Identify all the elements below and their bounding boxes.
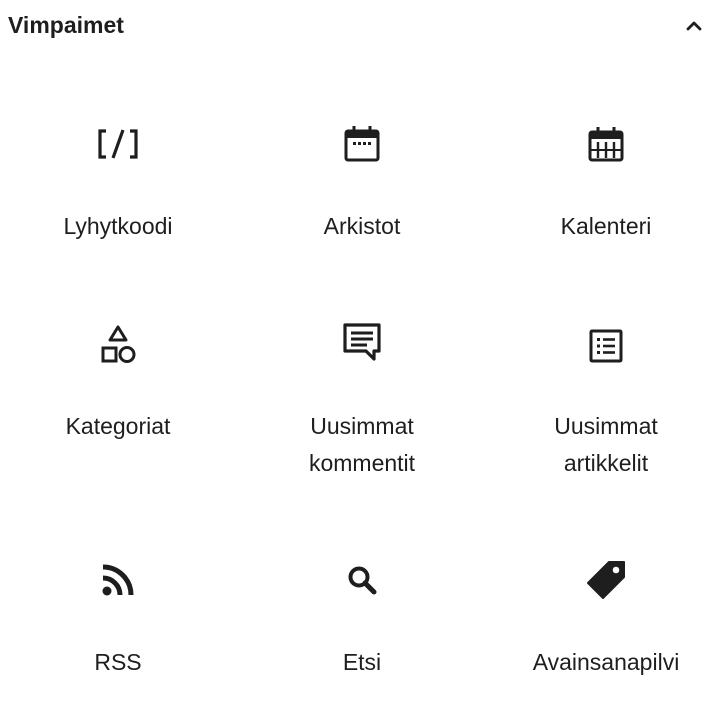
block-label: Kalenteri: [560, 213, 652, 239]
block-item-calendar[interactable]: Kalenteri: [488, 110, 713, 290]
rss-icon: [0, 558, 236, 602]
block-label: Avainsanapilvi: [532, 649, 680, 675]
post-list-icon: [488, 324, 713, 368]
categories-icon: [0, 324, 236, 368]
block-item-tag-cloud[interactable]: Avainsanapilvi: [488, 548, 713, 728]
block-item-search[interactable]: Etsi: [244, 548, 480, 728]
block-label: Arkistot: [323, 213, 401, 239]
block-label: RSS: [94, 649, 142, 675]
search-icon: [244, 558, 480, 602]
block-label-line-1: Uusimmat: [310, 413, 414, 439]
block-item-rss[interactable]: RSS: [0, 548, 236, 728]
block-label-line-1: Uusimmat: [554, 413, 658, 439]
block-grid: Lyhytkoodi Arkistot Kalenteri Kategoriat…: [0, 0, 713, 678]
shortcode-icon: [0, 122, 236, 166]
block-label: Kategoriat: [65, 413, 171, 439]
block-label: Lyhytkoodi: [63, 213, 173, 239]
block-label-line-2: artikkelit: [563, 450, 649, 476]
block-item-latest-comments[interactable]: Uusimmat kommentit: [244, 310, 480, 490]
block-item-shortcode[interactable]: Lyhytkoodi: [0, 110, 236, 290]
block-item-latest-posts[interactable]: Uusimmat artikkelit: [488, 310, 713, 490]
block-label: Etsi: [342, 649, 382, 675]
comment-icon: [244, 320, 480, 364]
block-item-categories[interactable]: Kategoriat: [0, 310, 236, 490]
archive-calendar-icon: [244, 122, 480, 166]
block-item-archives[interactable]: Arkistot: [244, 110, 480, 290]
calendar-icon: [488, 122, 713, 166]
block-label-line-2: kommentit: [308, 450, 416, 476]
tag-icon: [488, 558, 713, 602]
